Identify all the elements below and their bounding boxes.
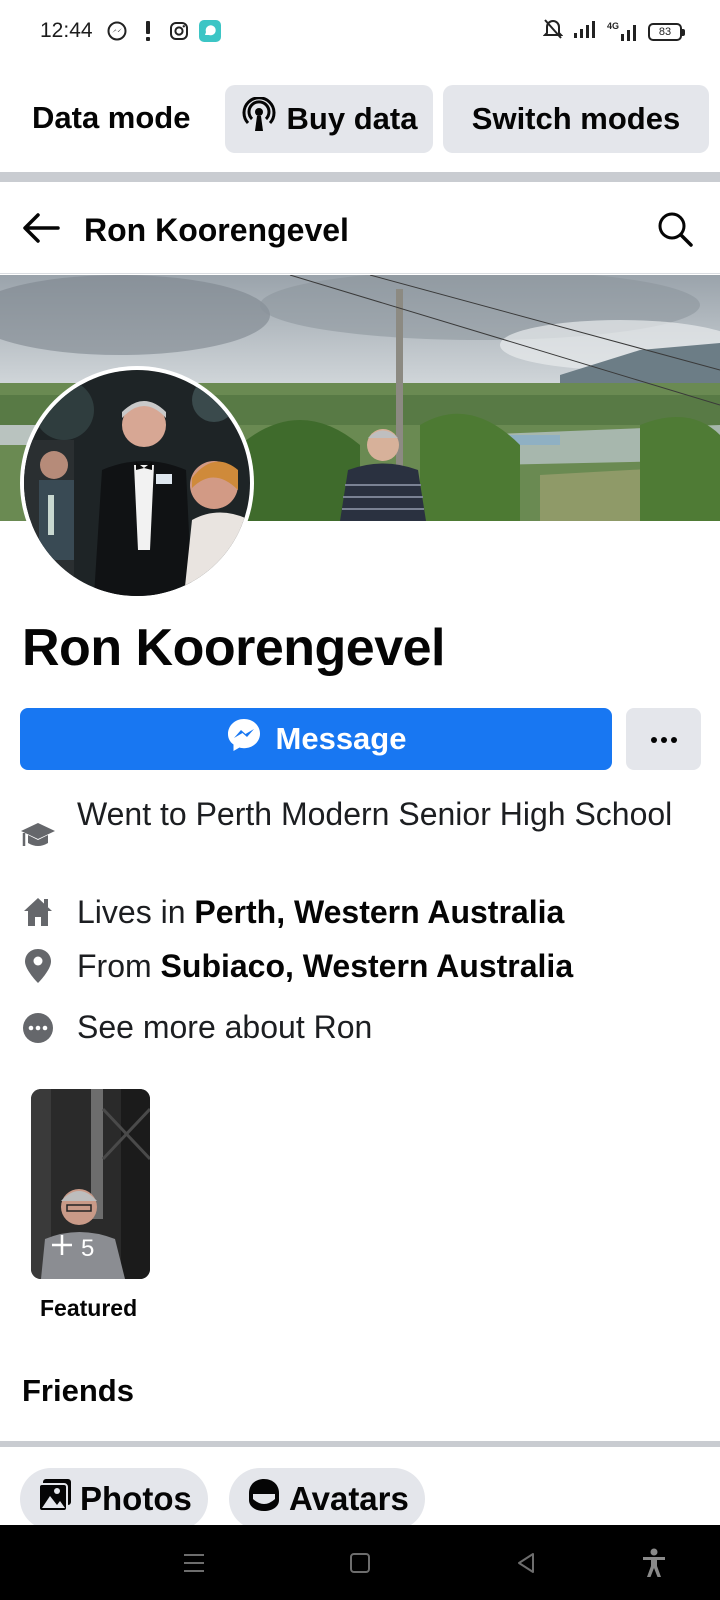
data-mode-title: Data mode [32,100,191,135]
featured-count-value: 5 [81,1234,95,1262]
home-nav-icon[interactable] [342,1547,378,1579]
from-text: From Subiaco, Western Australia [77,944,697,989]
alert-icon [137,20,159,42]
chat-app-icon [199,20,221,42]
messenger-icon [226,717,262,761]
broadcast-icon [241,96,277,141]
tab-photos[interactable]: Photos [20,1468,208,1530]
messenger-notification-icon [106,20,128,42]
message-button[interactable]: Message [20,708,612,770]
message-label: Message [275,721,407,756]
status-bar: 12:44 4G 83 [0,0,720,64]
system-status-icons: 4G 83 [542,18,685,45]
featured-collection[interactable]: 5 [31,1089,150,1279]
signal-4g-icon: 4G [606,20,638,42]
signal-icon [573,19,597,44]
plus-icon [51,1234,73,1263]
system-navigation-bar [0,1525,720,1600]
section-divider [0,1441,720,1447]
section-divider [0,172,720,182]
see-more-text: See more about Ron [77,1009,373,1045]
featured-label: Featured [40,1295,138,1321]
profile-picture[interactable] [20,366,254,600]
profile-name: Ron Koorengevel [22,619,446,677]
buy-data-label: Buy data [286,101,418,136]
education-text: Went to Perth Modern Senior High School [77,796,673,832]
tab-avatars-label: Avatars [289,1480,409,1517]
intro-education: Went to Perth Modern Senior High School [0,792,720,882]
intro-from: From Subiaco, Western Australia [0,944,720,989]
lives-in-place[interactable]: Perth, Western Australia [194,894,564,930]
network-type: 4G [606,20,619,31]
mute-icon [542,18,564,45]
tab-photos-label: Photos [80,1480,192,1517]
instagram-icon [168,20,190,42]
location-pin-icon [20,948,56,984]
switch-modes-button[interactable]: Switch modes [443,85,709,153]
notification-icons [106,20,221,42]
intro-lives-in: Lives in Perth, Western Australia [0,890,720,935]
status-time: 12:44 [40,19,93,42]
menu-nav-icon[interactable] [176,1547,212,1579]
tab-avatars[interactable]: Avatars [229,1468,425,1530]
ellipsis-circle-icon [20,1010,56,1046]
avatar [24,370,250,596]
home-icon [20,894,56,930]
back-arrow-icon[interactable] [20,208,62,248]
profile-header: Ron Koorengevel [0,182,720,274]
featured-count: 5 [51,1234,94,1263]
battery-icon: 83 [648,22,685,41]
avatar-face-icon [247,1478,281,1520]
search-icon[interactable] [656,210,694,248]
lives-in-prefix: Lives in [77,894,195,930]
battery-level: 83 [658,25,672,38]
buy-data-button[interactable]: Buy data [225,85,433,153]
photos-icon [38,1478,72,1520]
friends-title: Friends [22,1373,134,1408]
more-options-button[interactable] [626,708,701,770]
data-mode-bar: Data mode Buy data Switch modes [0,84,720,154]
from-place[interactable]: Subiaco, Western Australia [161,948,574,984]
header-title: Ron Koorengevel [84,212,349,248]
accessibility-icon[interactable] [636,1547,672,1579]
more-dots-icon [650,730,677,748]
graduation-cap-icon [20,818,56,854]
lives-in-text: Lives in Perth, Western Australia [77,890,697,935]
see-more-about-row[interactable]: See more about Ron [0,1005,720,1050]
back-nav-icon[interactable] [508,1547,544,1579]
from-prefix: From [77,948,161,984]
